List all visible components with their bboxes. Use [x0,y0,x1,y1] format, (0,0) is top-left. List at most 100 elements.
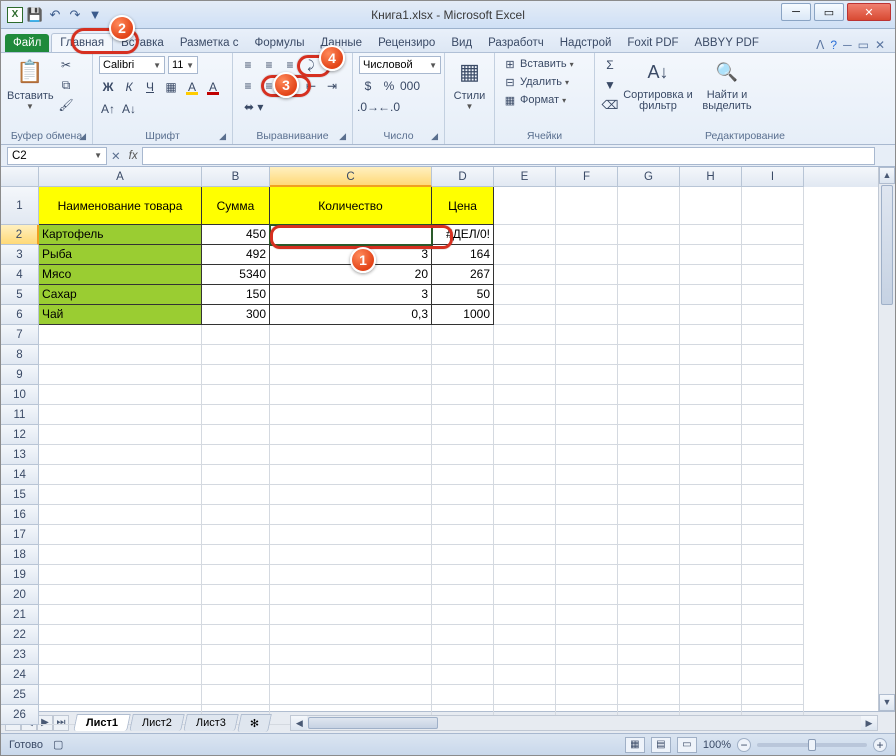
cell-F25[interactable] [556,685,618,705]
cell-E19[interactable] [494,565,556,585]
cell-E11[interactable] [494,405,556,425]
cell-H2[interactable] [680,225,742,245]
row-header-21[interactable]: 21 [1,605,39,625]
cell-I25[interactable] [742,685,804,705]
cell-G11[interactable] [618,405,680,425]
increase-decimal-icon[interactable]: .0→ [359,98,377,116]
row-header-15[interactable]: 15 [1,485,39,505]
cell-A8[interactable] [39,345,202,365]
cell-A13[interactable] [39,445,202,465]
decrease-font-icon[interactable]: A↓ [120,100,138,118]
cell-E15[interactable] [494,485,556,505]
zoom-out-button[interactable]: − [737,738,751,752]
cell-H13[interactable] [680,445,742,465]
cell-A18[interactable] [39,545,202,565]
align-middle-icon[interactable]: ≡ [260,56,278,74]
cell-B19[interactable] [202,565,270,585]
cell-G2[interactable] [618,225,680,245]
cell-G19[interactable] [618,565,680,585]
cell-A16[interactable] [39,505,202,525]
cell-F14[interactable] [556,465,618,485]
scroll-left-icon[interactable]: ◀ [291,716,307,730]
cell-H17[interactable] [680,525,742,545]
cell-C21[interactable] [270,605,432,625]
cell-H19[interactable] [680,565,742,585]
tab-abbyy[interactable]: ABBYY PDF [687,34,767,52]
cell-H10[interactable] [680,385,742,405]
cell-E20[interactable] [494,585,556,605]
cell-I4[interactable] [742,265,804,285]
cell-D18[interactable] [432,545,494,565]
cell-C22[interactable] [270,625,432,645]
cell-C2[interactable] [270,225,432,245]
cell-E21[interactable] [494,605,556,625]
cell-G12[interactable] [618,425,680,445]
zoom-level[interactable]: 100% [703,739,731,751]
cell-G4[interactable] [618,265,680,285]
cell-D19[interactable] [432,565,494,585]
cell-A22[interactable] [39,625,202,645]
cell-H18[interactable] [680,545,742,565]
cell-E13[interactable] [494,445,556,465]
cell-B16[interactable] [202,505,270,525]
cell-A25[interactable] [39,685,202,705]
cell-H22[interactable] [680,625,742,645]
cell-D2[interactable]: #ДЕЛ/0! [432,225,494,245]
save-icon[interactable]: 💾 [27,7,43,23]
cell-A10[interactable] [39,385,202,405]
cell-G1[interactable] [618,187,680,225]
cell-E7[interactable] [494,325,556,345]
sheet-tab-2[interactable]: Лист2 [129,714,185,731]
cell-H24[interactable] [680,665,742,685]
cell-F21[interactable] [556,605,618,625]
scroll-down-icon[interactable]: ▼ [879,694,895,711]
cell-E12[interactable] [494,425,556,445]
cell-D12[interactable] [432,425,494,445]
name-box[interactable]: C2▼ [7,147,107,165]
row-header-16[interactable]: 16 [1,505,39,525]
cell-I2[interactable] [742,225,804,245]
tab-file[interactable]: Файл [5,34,49,52]
row-header-14[interactable]: 14 [1,465,39,485]
cell-D23[interactable] [432,645,494,665]
cell-B7[interactable] [202,325,270,345]
column-header-F[interactable]: F [556,167,618,187]
cell-F2[interactable] [556,225,618,245]
cell-I9[interactable] [742,365,804,385]
row-header-13[interactable]: 13 [1,445,39,465]
cell-F23[interactable] [556,645,618,665]
cell-C3[interactable]: 3 [270,245,432,265]
cell-E5[interactable] [494,285,556,305]
minimize-ribbon-icon[interactable]: ᐱ [816,38,824,52]
cell-I12[interactable] [742,425,804,445]
cell-B12[interactable] [202,425,270,445]
cell-H1[interactable] [680,187,742,225]
tab-insert[interactable]: Вставка [113,34,172,52]
cell-H25[interactable] [680,685,742,705]
dialog-launcher-icon[interactable]: ◢ [339,131,346,142]
cell-D17[interactable] [432,525,494,545]
tab-view[interactable]: Вид [443,34,480,52]
font-color-button[interactable]: A [204,78,222,96]
align-bottom-icon[interactable]: ≡ [281,56,299,74]
cell-D6[interactable]: 1000 [432,305,494,325]
cell-G14[interactable] [618,465,680,485]
cell-H6[interactable] [680,305,742,325]
cell-I8[interactable] [742,345,804,365]
row-header-24[interactable]: 24 [1,665,39,685]
border-button[interactable]: ▦ [162,78,180,96]
cell-I24[interactable] [742,665,804,685]
macro-record-icon[interactable]: ▢ [53,738,63,751]
cell-F15[interactable] [556,485,618,505]
column-header-E[interactable]: E [494,167,556,187]
cell-G21[interactable] [618,605,680,625]
cell-A21[interactable] [39,605,202,625]
cell-H12[interactable] [680,425,742,445]
format-cells-button[interactable]: ▦Формат▾ [501,92,568,108]
cell-H4[interactable] [680,265,742,285]
row-header-25[interactable]: 25 [1,685,39,705]
cell-B5[interactable]: 150 [202,285,270,305]
clear-icon[interactable]: ⌫ [601,96,619,114]
cell-H20[interactable] [680,585,742,605]
cell-F17[interactable] [556,525,618,545]
